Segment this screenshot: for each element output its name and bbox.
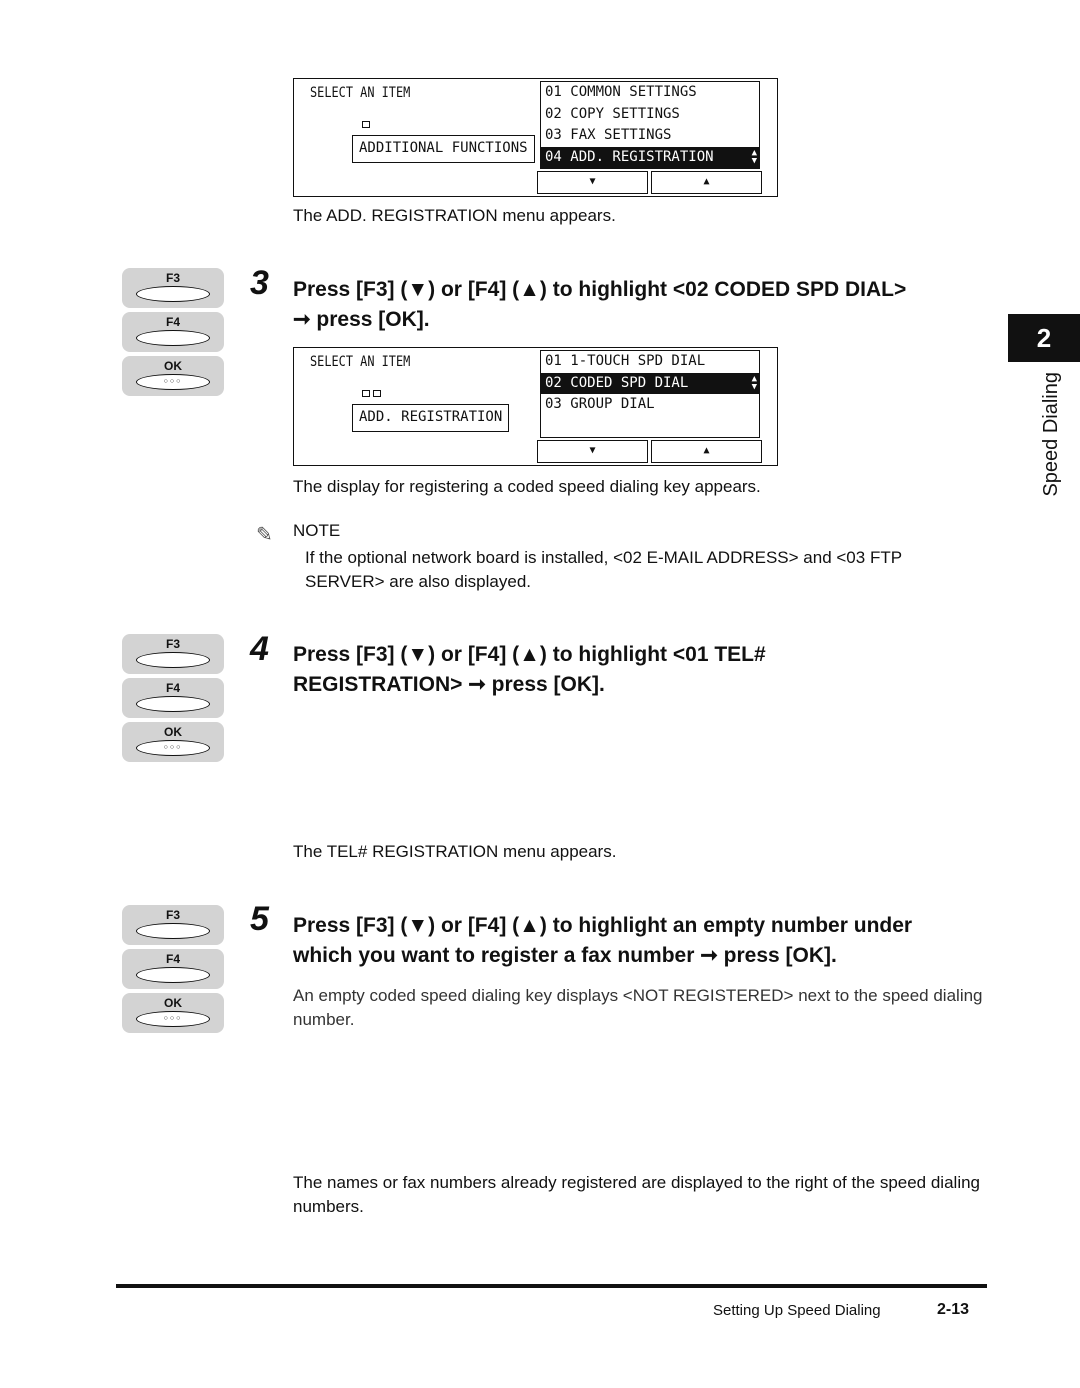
footer-rule bbox=[116, 1284, 987, 1288]
chapter-tab: 2 bbox=[1008, 314, 1080, 362]
step-line: Press [F3] (▼) or [F4] (▲) to highlight … bbox=[293, 914, 913, 937]
key-panel: F3 F4 OK ○○○ bbox=[122, 634, 224, 766]
lcd-down-button[interactable]: ▼ bbox=[537, 440, 648, 463]
key-label: F3 bbox=[165, 637, 180, 651]
menu-item[interactable]: 01 COMMON SETTINGS bbox=[541, 82, 759, 104]
key-label: OK bbox=[164, 359, 182, 373]
step-number: 3 bbox=[250, 264, 269, 302]
ok-key[interactable]: OK ○○○ bbox=[122, 356, 224, 396]
step-line: Press [F3] (▼) or [F4] (▲) to highlight … bbox=[293, 278, 907, 301]
chapter-title: Speed Dialing bbox=[1040, 372, 1062, 497]
caption: The ADD. REGISTRATION menu appears. bbox=[293, 206, 616, 225]
key-label: OK bbox=[164, 725, 182, 739]
scroll-icon: ▲ ▼ bbox=[751, 373, 757, 392]
key-label: F4 bbox=[165, 315, 180, 329]
ok-dots-icon: ○○○ bbox=[136, 1011, 210, 1027]
f4-key[interactable]: F4 bbox=[122, 312, 224, 352]
note-text: If the optional network board is install… bbox=[305, 548, 902, 591]
f4-key[interactable]: F4 bbox=[122, 678, 224, 718]
menu-item[interactable]: 03 FAX SETTINGS bbox=[541, 125, 759, 147]
lcd-path: ADDITIONAL FUNCTIONS bbox=[352, 135, 535, 163]
f3-key[interactable]: F3 bbox=[122, 268, 224, 308]
lcd-up-button[interactable]: ▲ bbox=[651, 171, 762, 194]
lcd-screen-additional-functions: SELECT AN ITEM ADDITIONAL FUNCTIONS 01 C… bbox=[293, 78, 778, 197]
f3-key[interactable]: F3 bbox=[122, 634, 224, 674]
menu-item-selected[interactable]: 02 CODED SPD DIAL ▲ ▼ bbox=[541, 372, 759, 394]
ok-key[interactable]: OK ○○○ bbox=[122, 993, 224, 1033]
key-label: F4 bbox=[165, 952, 180, 966]
key-label: F3 bbox=[165, 908, 180, 922]
ok-dots-icon: ○○○ bbox=[136, 740, 210, 756]
step-heading: Press [F3] (▼) or [F4] (▲) to highlight … bbox=[293, 911, 993, 971]
manual-page: SELECT AN ITEM ADDITIONAL FUNCTIONS 01 C… bbox=[0, 0, 1080, 1388]
menu-item[interactable]: 01 1-TOUCH SPD DIAL bbox=[541, 351, 759, 373]
caption: The TEL# REGISTRATION menu appears. bbox=[293, 842, 617, 861]
ok-key[interactable]: OK ○○○ bbox=[122, 722, 224, 762]
menu-item-label: 04 ADD. REGISTRATION bbox=[545, 148, 714, 165]
menu-depth-indicator bbox=[362, 121, 370, 128]
note-label: NOTE bbox=[293, 521, 341, 540]
key-label: OK bbox=[164, 996, 182, 1010]
key-label: F4 bbox=[165, 681, 180, 695]
f3-key[interactable]: F3 bbox=[122, 905, 224, 945]
lcd-title: SELECT AN ITEM bbox=[310, 85, 411, 101]
lcd-path: ADD. REGISTRATION bbox=[352, 404, 510, 432]
menu-item[interactable]: 02 COPY SETTINGS bbox=[541, 104, 759, 126]
step-description: The names or fax numbers already registe… bbox=[293, 1173, 981, 1216]
step-line: REGISTRATION> ➞ press [OK]. bbox=[293, 673, 605, 696]
step-heading: Press [F3] (▼) or [F4] (▲) to highlight … bbox=[293, 640, 993, 700]
page-number: 2-13 bbox=[937, 1301, 970, 1318]
caption: The display for registering a coded spee… bbox=[293, 477, 761, 496]
step-line: ➞ press [OK]. bbox=[293, 308, 430, 331]
step-line: Press [F3] (▼) or [F4] (▲) to highlight … bbox=[293, 643, 766, 666]
lcd-menu-list: 01 COMMON SETTINGS 02 COPY SETTINGS 03 F… bbox=[540, 81, 760, 169]
step-number: 5 bbox=[250, 900, 269, 938]
lcd-title: SELECT AN ITEM bbox=[310, 354, 411, 370]
menu-item-selected[interactable]: 04 ADD. REGISTRATION ▲ ▼ bbox=[541, 146, 759, 168]
step-line: which you want to register a fax number … bbox=[293, 944, 837, 967]
step-description: An empty coded speed dialing key display… bbox=[293, 986, 983, 1029]
f4-key[interactable]: F4 bbox=[122, 949, 224, 989]
footer-section: Setting Up Speed Dialing bbox=[713, 1302, 881, 1319]
pencil-icon: ✎ bbox=[256, 524, 273, 546]
key-panel: F3 F4 OK ○○○ bbox=[122, 905, 224, 1037]
key-panel: F3 F4 OK ○○○ bbox=[122, 268, 224, 400]
lcd-up-button[interactable]: ▲ bbox=[651, 440, 762, 463]
lcd-menu-list: 01 1-TOUCH SPD DIAL 02 CODED SPD DIAL ▲ ▼ … bbox=[540, 350, 760, 438]
menu-depth-indicator bbox=[362, 390, 381, 397]
step-number: 4 bbox=[250, 630, 269, 668]
ok-dots-icon: ○○○ bbox=[136, 374, 210, 390]
menu-item-label: 02 CODED SPD DIAL bbox=[545, 374, 689, 391]
lcd-down-button[interactable]: ▼ bbox=[537, 171, 648, 194]
lcd-screen-add-registration: SELECT AN ITEM ADD. REGISTRATION 01 1-TO… bbox=[293, 347, 778, 466]
step-heading: Press [F3] (▼) or [F4] (▲) to highlight … bbox=[293, 275, 993, 335]
scroll-icon: ▲ ▼ bbox=[751, 147, 757, 166]
menu-item[interactable]: 03 GROUP DIAL bbox=[541, 394, 759, 416]
key-label: F3 bbox=[165, 271, 180, 285]
